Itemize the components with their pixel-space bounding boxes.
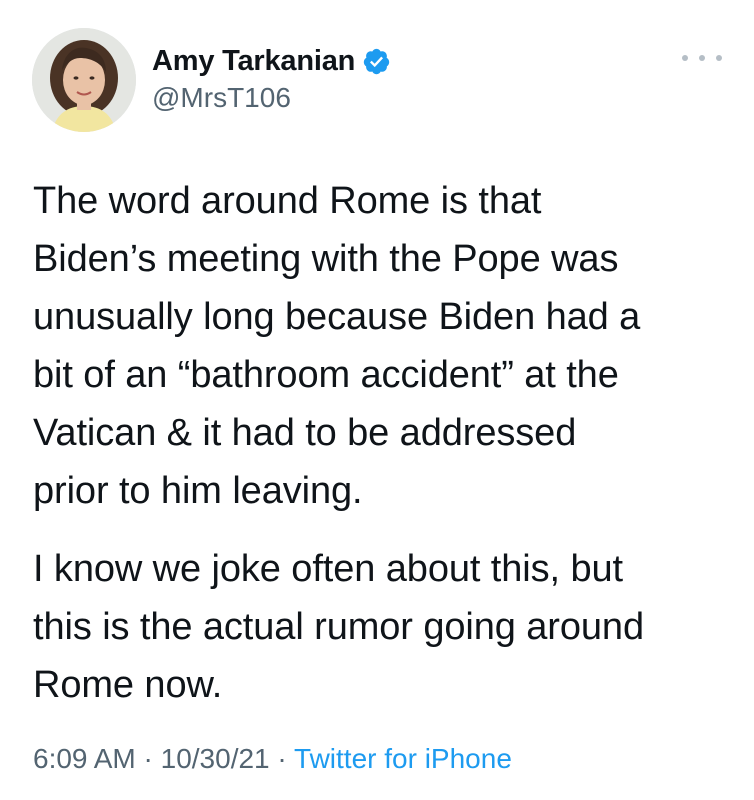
author-info: Amy Tarkanian @MrsT106 <box>152 44 391 114</box>
display-name[interactable]: Amy Tarkanian <box>152 45 355 78</box>
meta-separator: · <box>135 743 161 774</box>
profile-photo-icon <box>32 28 136 132</box>
meta-separator: · <box>269 743 295 774</box>
avatar[interactable] <box>32 28 136 132</box>
verified-badge-icon <box>363 48 390 74</box>
tweet-text: The word around Rome is that Biden’s mee… <box>33 172 733 734</box>
author-handle[interactable]: @MrsT106 <box>152 82 391 114</box>
more-dot <box>699 55 705 61</box>
tweet-paragraph: I know we joke often about this, but thi… <box>33 548 644 706</box>
tweet-date[interactable]: 10/30/21 <box>161 743 270 774</box>
tweet-paragraph: The word around Rome is that Biden’s mee… <box>33 180 641 512</box>
more-dot <box>682 55 688 61</box>
more-options-icon[interactable] <box>682 50 722 66</box>
tweet-meta: 6:09 AM · 10/30/21 · Twitter for iPhone <box>33 743 512 775</box>
tweet-source-link[interactable]: Twitter for iPhone <box>294 743 512 774</box>
more-dot <box>716 55 722 61</box>
tweet-time[interactable]: 6:09 AM <box>33 743 136 774</box>
tweet-card: Amy Tarkanian @MrsT106 The word around R… <box>0 0 754 800</box>
display-name-row: Amy Tarkanian <box>152 44 391 78</box>
tweet-header: Amy Tarkanian @MrsT106 <box>32 24 722 134</box>
